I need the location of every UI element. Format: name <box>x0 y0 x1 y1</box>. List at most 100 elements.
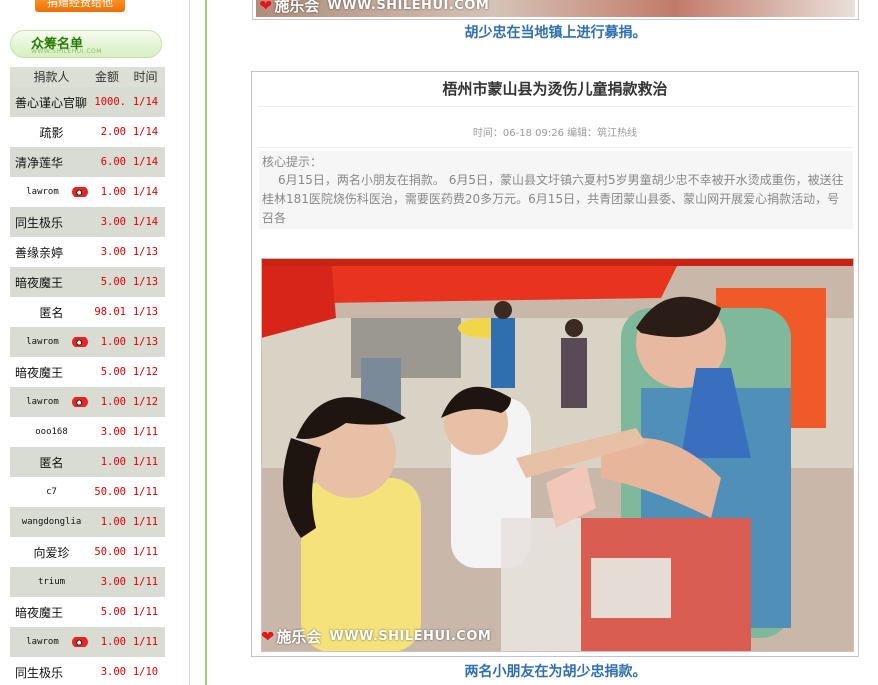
donor-row: lawrom 1.00 1/14 <box>10 177 165 207</box>
donation-date: 1/11 <box>132 576 159 588</box>
column-header-amount: 金额 <box>94 70 119 84</box>
donation-amount: 1.00 <box>100 456 126 468</box>
donation-photo[interactable]: ❤ 施乐会 WWW.SHILEHUI.COM <box>261 258 854 652</box>
donor-row: 清净莲华 6.00 1/14 <box>10 147 165 177</box>
donation-date: 1/10 <box>132 666 159 678</box>
summary-label: 核心提示： <box>262 155 323 169</box>
donation-date: 1/11 <box>132 516 159 528</box>
donor-name: lawrom <box>10 397 88 407</box>
donor-row: 暗夜魔王 5.00 1/11 <box>10 597 165 627</box>
donation-date: 1/13 <box>132 276 159 288</box>
donation-date: 1/11 <box>132 456 159 468</box>
weibo-icon[interactable] <box>72 637 88 647</box>
donation-date: 1/13 <box>132 306 159 318</box>
donation-amount: 5.00 <box>100 606 126 618</box>
watermark-brand: 施乐会 <box>274 0 320 15</box>
donation-amount: 3.00 <box>100 426 126 438</box>
donation-date: 1/13 <box>132 246 159 258</box>
photo-watermark: ❤ 施乐会 WWW.SHILEHUI.COM <box>261 626 491 647</box>
donor-row: lawrom 1.00 1/11 <box>10 627 165 657</box>
donation-amount: 5.00 <box>100 366 126 378</box>
donor-row: 同生极乐 3.00 1/10 <box>10 657 165 685</box>
donor-row: lawrom 1.00 1/12 <box>10 387 165 417</box>
watermark: ❤ 施乐会 WWW.SHILEHUI.COM <box>259 0 489 16</box>
donor-name: 暗夜魔王 <box>15 275 64 290</box>
donation-date: 1/11 <box>132 606 159 618</box>
donation-date: 1/11 <box>132 486 159 498</box>
donor-table: 捐款人 金额 时间 善心谨心官聊 1000. 1/14 疏影 2.00 1/14 清净莲华 6… <box>10 67 165 685</box>
divider <box>205 0 207 685</box>
fundraising-photo-top[interactable]: ❤ 施乐会 WWW.SHILEHUI.COM <box>252 0 859 20</box>
donation-date: 1/14 <box>132 96 159 108</box>
donation-amount: 1.00 <box>100 516 126 528</box>
donation-date: 1/14 <box>132 126 159 138</box>
donate-button[interactable]: 捐赠经费给他 <box>35 0 125 12</box>
donor-name: 同生极乐 <box>15 215 64 230</box>
donor-name: 善缘亲婷 <box>15 245 64 260</box>
donor-row: trium 3.00 1/11 <box>10 567 165 597</box>
donation-amount: 1.00 <box>100 336 126 348</box>
donor-name: 向爱珍 <box>33 545 70 560</box>
donor-row: 暗夜魔王 5.00 1/13 <box>10 267 165 297</box>
meta-divider <box>258 147 852 148</box>
donation-amount: 50.00 <box>94 486 126 498</box>
donation-date: 1/14 <box>132 156 159 168</box>
donor-name: 暗夜魔王 <box>15 365 64 380</box>
donor-row: 善心谨心官聊 1000. 1/14 <box>10 87 165 117</box>
news-title: 梧州市蒙山县为烫伤儿童捐款救治 <box>442 80 668 98</box>
title-divider <box>258 106 852 107</box>
column-header-time: 时间 <box>133 70 158 84</box>
photo-watermark-site: WWW.SHILEHUI.COM <box>329 629 492 644</box>
weibo-icon[interactable] <box>72 187 88 197</box>
donation-date: 1/11 <box>132 636 159 648</box>
donation-date: 1/14 <box>132 186 159 198</box>
donation-amount: 50.00 <box>94 546 126 558</box>
heart-logo-icon: ❤ <box>259 0 273 15</box>
donor-row: 暗夜魔王 5.00 1/12 <box>10 357 165 387</box>
donation-amount: 1.00 <box>100 636 126 648</box>
donation-amount: 6.00 <box>100 156 126 168</box>
donor-row: wangdonglia 1.00 1/11 <box>10 507 165 537</box>
donor-name: 善心谨心官聊 <box>15 95 88 110</box>
donor-name: 同生极乐 <box>15 665 64 680</box>
donor-name: ooo168 <box>35 427 68 437</box>
donor-name: trium <box>37 577 66 587</box>
summary-box: 核心提示： 6月15日，两名小朋友在捐款。 6月5日，蒙山县文圩镇六夏村5岁男童… <box>259 151 853 229</box>
donor-name: 匿名 <box>39 305 64 320</box>
donor-name: 疏影 <box>39 125 64 140</box>
donor-table-header: 捐款人 金额 时间 <box>10 67 165 87</box>
donor-row: 匿名 98.01 1/13 <box>10 297 165 327</box>
donor-row: 疏影 2.00 1/14 <box>10 117 165 147</box>
donor-name: c7 <box>46 487 57 497</box>
summary-text: 6月15日，两名小朋友在捐款。 6月5日，蒙山县文圩镇六夏村5岁男童胡少忠不幸被… <box>262 173 844 225</box>
donation-date: 1/11 <box>132 546 159 558</box>
donation-amount: 3.00 <box>100 216 126 228</box>
donor-row: 善缘亲婷 3.00 1/13 <box>10 237 165 267</box>
donor-row: c7 50.00 1/11 <box>10 477 165 507</box>
donation-amount: 98.01 <box>94 306 126 318</box>
donor-list-header: 众筹名单 WWW.SHILEHUI.COM <box>10 30 162 58</box>
weibo-icon[interactable] <box>72 337 88 347</box>
donation-amount: 1000. <box>94 96 126 108</box>
donor-list-subtitle: WWW.SHILEHUI.COM <box>31 48 102 55</box>
weibo-icon[interactable] <box>72 397 88 407</box>
donor-row: 同生极乐 3.00 1/14 <box>10 207 165 237</box>
donor-name: 匿名 <box>39 455 64 470</box>
donation-amount: 5.00 <box>100 276 126 288</box>
donation-date: 1/13 <box>132 336 159 348</box>
donation-amount: 3.00 <box>100 246 126 258</box>
donation-amount: 1.00 <box>100 396 126 408</box>
donation-photo-illustration <box>261 258 854 652</box>
donation-amount: 3.00 <box>100 576 126 588</box>
news-screenshot: 梧州市蒙山县为烫伤儿童捐款救治 时间：06-18 09:26 编辑：筑江热线 核… <box>251 71 859 657</box>
heart-logo-icon: ❤ <box>261 627 275 646</box>
donation-date: 1/12 <box>132 396 159 408</box>
top-photo-caption: 胡少忠在当地镇上进行募捐。 <box>464 25 647 41</box>
donor-name: wangdonglia <box>21 517 82 527</box>
donor-row: 匿名 1.00 1/11 <box>10 447 165 477</box>
news-meta: 时间：06-18 09:26 编辑：筑江热线 <box>472 128 638 139</box>
donor-name: 清净莲华 <box>15 155 64 170</box>
donation-amount: 1.00 <box>100 186 126 198</box>
watermark-site: WWW.SHILEHUI.COM <box>327 0 490 13</box>
donation-amount: 2.00 <box>100 126 126 138</box>
